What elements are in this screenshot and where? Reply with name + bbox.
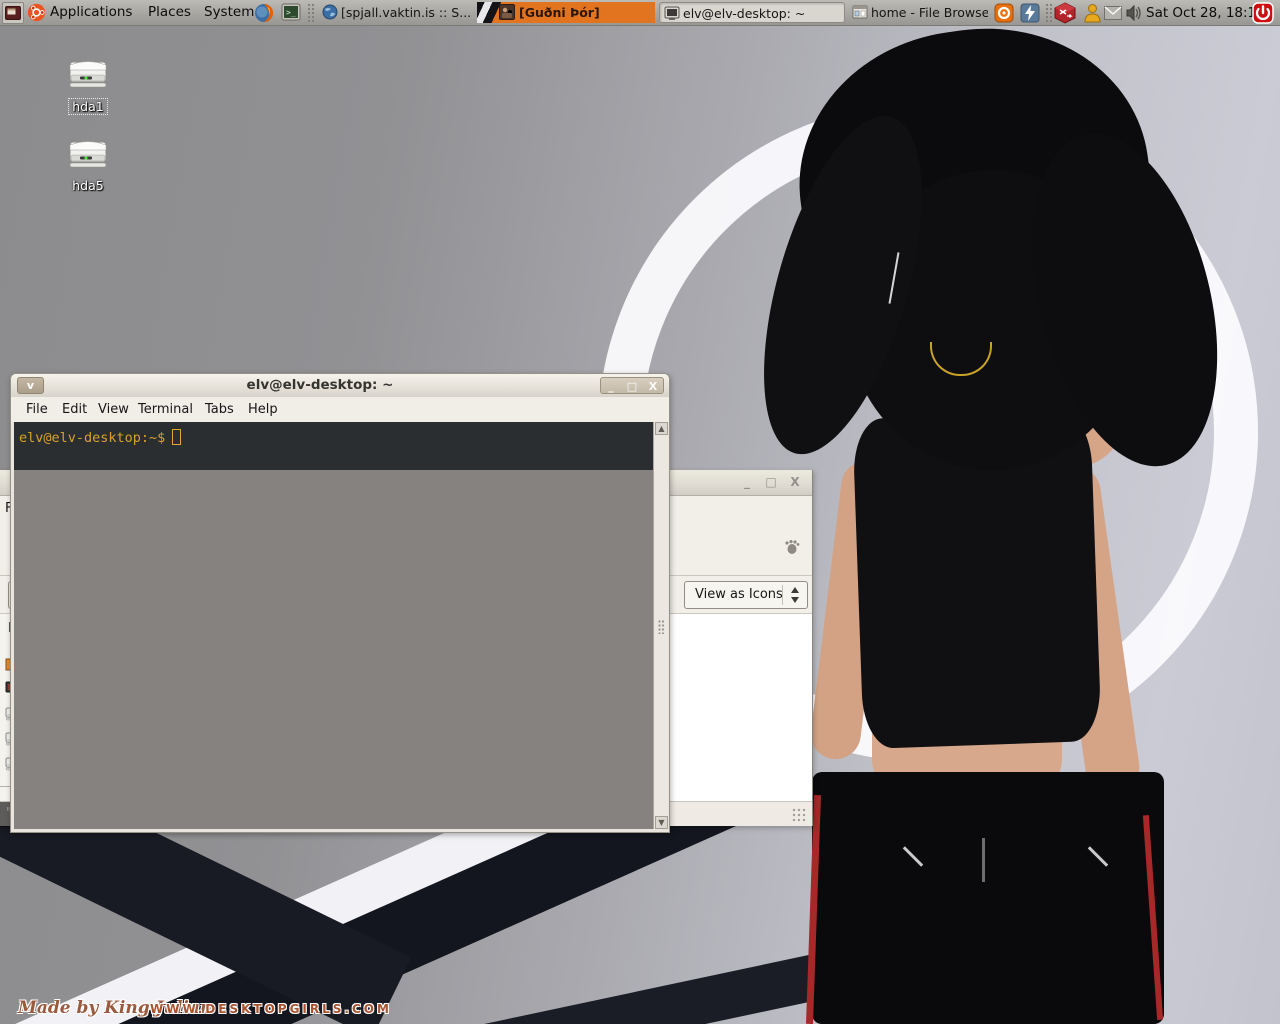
file-browser-icon [852,4,868,20]
desktop-icon-label[interactable]: hda1 [68,98,107,115]
desktop-icon-label[interactable]: hda5 [69,178,106,193]
terminal-prompt-row: elv@elv-desktop:~$ [14,422,653,470]
resize-grip[interactable] [792,808,806,822]
taskbar-item-terminal[interactable]: elv@elv-desktop: ~ [659,2,845,23]
volume-icon[interactable] [1125,4,1143,22]
taskbar-item-spjall[interactable]: [spjall.vaktin.is :: S... [318,2,470,23]
places-menu[interactable]: Places [142,0,197,25]
terminal-titlebar[interactable]: v elv@elv-desktop: ~ _ □ X [11,374,669,397]
menu-file[interactable]: File [26,400,48,420]
close-button[interactable]: X [643,379,663,394]
user-switcher-icon[interactable] [1083,3,1102,23]
terminal-launcher-icon[interactable]: >_ [281,3,301,23]
attention-cube-icon[interactable] [1054,2,1076,24]
scroll-down-icon[interactable]: ▼ [655,816,668,829]
globe-icon [322,4,338,20]
menu-view[interactable]: View [98,400,129,420]
window-selector-icon [5,6,21,20]
terminal-cursor [172,429,181,445]
scrollbar-thumb-grip [658,620,665,634]
terminal-title: elv@elv-desktop: ~ [0,377,649,393]
power-manager-icon[interactable] [1020,3,1040,23]
combo-divider [782,585,783,605]
drive-icon [66,134,110,172]
wallpaper-figure-pants [812,772,1164,1024]
menu-tabs[interactable]: Tabs [205,400,234,420]
minimize-button[interactable]: _ [601,379,621,394]
top-panel: Applications Places System >_ [spjall.va… [0,0,1280,26]
throbber-gnome-foot-icon [784,539,800,555]
desktop-icon-hda1[interactable]: hda1 [60,54,116,115]
window-buttons: _ □ X [600,377,664,394]
maximize-button[interactable]: □ [622,379,642,394]
system-menu[interactable]: System [198,0,260,25]
applications-menu[interactable]: Applications [44,0,138,25]
terminal-content[interactable]: elv@elv-desktop:~$ [14,422,653,829]
watermark-site: WWW.DESKTOPGIRLS.COM [150,1002,392,1016]
firefox-icon[interactable] [254,3,274,23]
desktop-icon-hda5[interactable]: hda5 [60,134,116,194]
spin-arrows-icon [790,587,800,603]
terminal-transparency [14,470,653,829]
maximize-button[interactable]: □ [762,475,780,491]
scroll-up-icon[interactable]: ▲ [655,422,668,435]
svg-text:>_: >_ [286,8,296,17]
terminal-menubar: File Edit View Terminal Tabs Help [11,397,669,422]
close-button[interactable]: X [786,475,804,491]
terminal-window-icon [664,5,680,21]
menu-help[interactable]: Help [248,400,278,420]
window-selector-button[interactable] [2,2,24,24]
shell-prompt: elv@elv-desktop:~$ [19,430,165,446]
clock-applet[interactable]: Sat Oct 28, 18:19 [1146,0,1265,26]
taskbar-item-filebrowser[interactable]: home - File Browser [848,2,988,23]
software-update-icon[interactable] [994,3,1014,23]
chat-window-icon [499,4,515,20]
tray-drag-handle[interactable] [1045,3,1052,23]
view-mode-select[interactable]: View as Icons [684,581,808,609]
minimize-button[interactable]: _ [738,475,756,491]
menu-edit[interactable]: Edit [62,400,87,420]
logout-power-icon[interactable] [1252,2,1274,24]
terminal-scrollbar[interactable]: ▲ ▼ [653,422,668,829]
taskbar-item-gudni[interactable]: [Guðni Þór] [477,2,655,23]
drive-icon [66,54,110,92]
terminal-window: v elv@elv-desktop: ~ _ □ X File Edit Vie… [10,373,670,833]
wallpaper-figure-zipper [982,838,985,882]
panel-drag-handle[interactable] [307,3,314,23]
menu-terminal[interactable]: Terminal [138,400,193,420]
view-mode-value: View as Icons [695,587,783,602]
mail-notification-icon[interactable] [1104,6,1122,20]
